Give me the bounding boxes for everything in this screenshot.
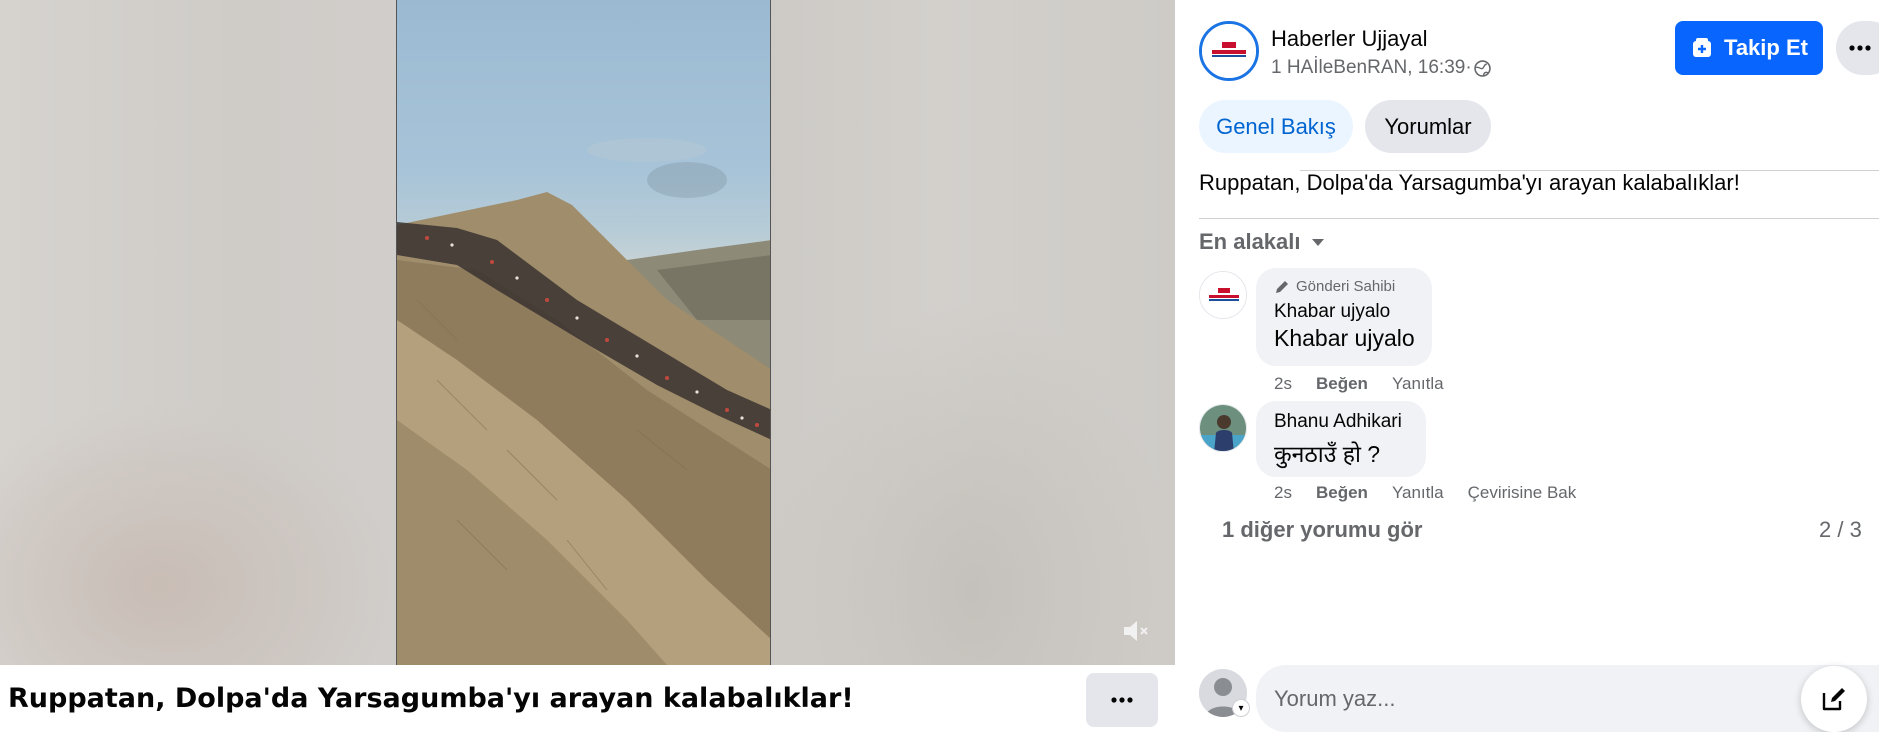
- comment-pager: 2 / 3: [1819, 517, 1862, 542]
- comment-actions: 2s Beğen Yanıtla Çevirisine Bak: [1274, 483, 1576, 503]
- sort-label: En alakalı: [1199, 229, 1301, 254]
- user-photo: [1200, 405, 1246, 451]
- comment-author-name[interactable]: Khabar ujyalo: [1274, 301, 1414, 323]
- video-backdrop-blur: [0, 400, 396, 665]
- page-name[interactable]: Haberler Ujjayal: [1271, 26, 1428, 52]
- follow-label: Takip Et: [1724, 35, 1808, 60]
- post-meta: 1 HAİleBenRAN, 16:39·: [1271, 57, 1491, 79]
- comment-bubble: Bhanu Adhikari कुनठाउँ हो ?: [1256, 401, 1426, 477]
- page-logo: [1200, 272, 1246, 318]
- divider: [1199, 218, 1879, 219]
- reply-button[interactable]: Yanıtla: [1392, 483, 1444, 503]
- video-scene: [397, 138, 770, 665]
- post-description: Ruppatan, Dolpa'da Yarsagumba'yı arayan …: [1199, 170, 1740, 195]
- like-button[interactable]: Beğen: [1316, 483, 1368, 503]
- comment-sort-dropdown[interactable]: En alakalı: [1199, 229, 1325, 255]
- comment-time[interactable]: 2s: [1274, 374, 1292, 394]
- comment-text: Khabar ujyalo: [1274, 325, 1415, 351]
- reply-button[interactable]: Yanıtla: [1392, 374, 1444, 394]
- caret-down-icon: [1311, 238, 1324, 246]
- comment-actions: 2s Beğen Yanıtla: [1274, 374, 1444, 394]
- globe-icon: [1473, 59, 1491, 77]
- comment-time[interactable]: 2s: [1274, 483, 1292, 503]
- tab-comments[interactable]: Yorumlar: [1365, 100, 1491, 153]
- add-page-icon: [1693, 38, 1712, 57]
- comment-bubble: Gönderi Sahibi Khabar ujyalo Khabar ujya…: [1256, 268, 1432, 366]
- comment-author-name[interactable]: Bhanu Adhikari: [1274, 411, 1408, 433]
- mute-button[interactable]: [1118, 616, 1154, 646]
- page-avatar[interactable]: [1199, 21, 1259, 81]
- view-more-comments[interactable]: 1 diğer yorumu gör: [1222, 517, 1422, 543]
- page-logo: [1202, 24, 1256, 78]
- video-backdrop-blur: [770, 300, 1175, 665]
- video-title: Ruppatan, Dolpa'da Yarsagumba'yı arayan …: [8, 683, 854, 714]
- ellipsis-icon: [1111, 697, 1133, 703]
- edit-icon: [1822, 688, 1845, 711]
- comment-input[interactable]: [1256, 665, 1879, 732]
- author-badge: Gönderi Sahibi: [1274, 278, 1414, 295]
- tab-overview[interactable]: Genel Bakış: [1199, 100, 1353, 153]
- video-frame[interactable]: [396, 0, 771, 665]
- comment-author-avatar[interactable]: [1199, 404, 1247, 452]
- video-player[interactable]: [0, 0, 1175, 665]
- like-button[interactable]: Beğen: [1316, 374, 1368, 394]
- ellipsis-icon: [1849, 45, 1871, 51]
- video-more-button[interactable]: [1086, 673, 1158, 727]
- author-badge-label: Gönderi Sahibi: [1296, 278, 1396, 295]
- follow-button[interactable]: Takip Et: [1675, 21, 1823, 75]
- comment-author-avatar[interactable]: [1199, 271, 1247, 319]
- compose-button[interactable]: [1801, 666, 1867, 732]
- see-translation-link[interactable]: Çevirisine Bak: [1468, 483, 1577, 503]
- post-timestamp[interactable]: 1 HAİleBenRAN, 16:39·: [1271, 57, 1472, 79]
- pen-icon: [1276, 280, 1288, 293]
- chevron-down-icon[interactable]: ▾: [1232, 699, 1250, 717]
- speaker-muted-icon: [1124, 621, 1148, 641]
- comment-text: कुनठाउँ हो ?: [1274, 441, 1381, 467]
